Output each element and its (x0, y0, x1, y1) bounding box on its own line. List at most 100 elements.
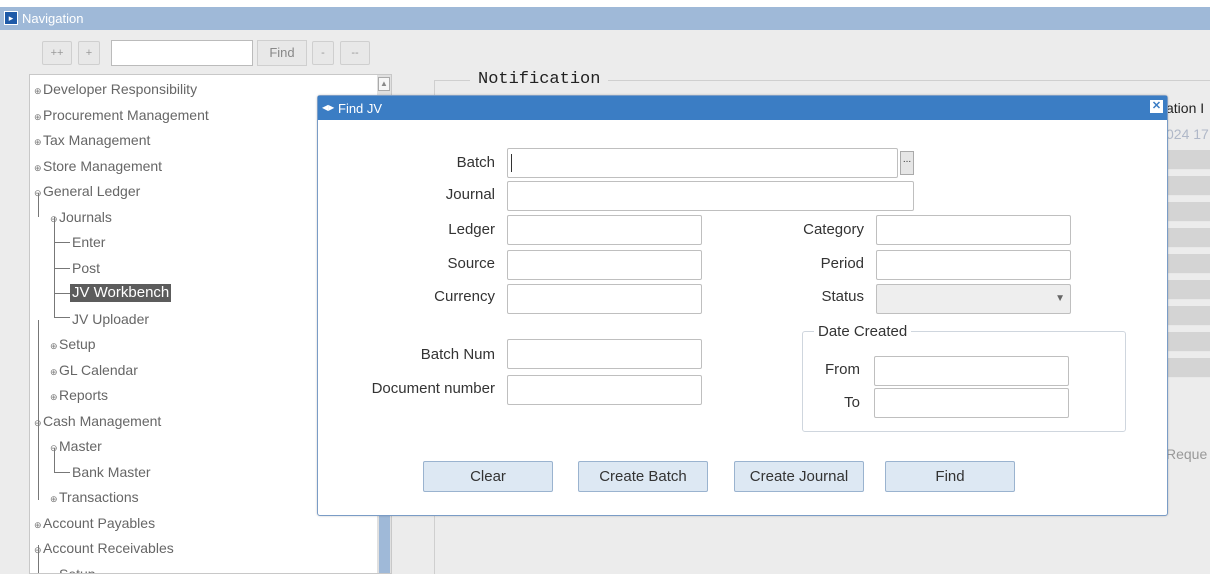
collapse-icon[interactable]: ⊖ (34, 541, 43, 559)
collapse-all-button[interactable]: -- (340, 41, 370, 65)
chevron-down-icon: ▼ (1055, 293, 1065, 304)
to-label: To (844, 394, 860, 411)
batch-num-field[interactable] (507, 339, 702, 369)
navigation-titlebar: ▸ Navigation (0, 7, 1210, 30)
notification-row[interactable] (1166, 176, 1210, 196)
batch-num-label: Batch Num (420, 346, 495, 363)
tree-connector (54, 268, 70, 269)
category-label: Category (803, 221, 864, 238)
expand-icon[interactable]: ⊕ (34, 516, 43, 534)
notification-row[interactable] (1166, 228, 1210, 248)
text-caret (511, 154, 512, 172)
tree-item-tax-management[interactable]: ⊕Tax Management (34, 131, 150, 149)
tree-item-post[interactable]: Post (72, 259, 100, 277)
ledger-field[interactable] (507, 215, 702, 245)
period-label: Period (820, 255, 864, 272)
tree-item-procurement-management[interactable]: ⊕Procurement Management (34, 106, 209, 124)
close-icon[interactable]: ✕ (1150, 100, 1163, 113)
tree-connector (54, 242, 70, 243)
tree-item-developer-responsibility[interactable]: ⊕Developer Responsibility (34, 80, 197, 98)
collapse-icon[interactable]: ⊖ (50, 210, 59, 228)
notification-row[interactable] (1166, 358, 1210, 378)
category-field[interactable] (876, 215, 1071, 245)
notification-title: Notification (470, 70, 609, 89)
batch-field[interactable] (507, 148, 898, 178)
expand-icon[interactable]: ⊕ (34, 82, 43, 100)
expand-all-button[interactable]: ++ (42, 41, 72, 65)
tree-item-setup[interactable]: ⊕Setup (50, 335, 96, 353)
navigation-find-button[interactable]: Find (257, 40, 307, 66)
create-batch-button[interactable]: Create Batch (578, 461, 708, 492)
notification-row[interactable] (1166, 332, 1210, 352)
currency-field[interactable] (507, 284, 702, 314)
document-number-label: Document number (371, 380, 495, 397)
notification-row[interactable] (1166, 150, 1210, 170)
expand-icon[interactable]: ⊕ (34, 108, 43, 126)
date-to-field[interactable] (874, 388, 1069, 418)
tree-item-enter[interactable]: Enter (72, 233, 105, 251)
notification-date: 024 17 (1166, 126, 1209, 142)
tree-connector (54, 317, 70, 318)
find-jv-dialog: ◀▶ Find JV ✕ Batch ... Journal Ledger So… (317, 95, 1168, 516)
collapse-icon[interactable]: ⊖ (34, 414, 43, 432)
expand-icon[interactable]: ⊕ (34, 133, 43, 151)
dialog-titlebar[interactable]: ◀▶ Find JV ✕ (318, 96, 1167, 120)
navigation-title: Navigation (22, 11, 84, 26)
expand-icon[interactable]: ⊕ (34, 159, 43, 177)
tree-item-bank-master[interactable]: Bank Master (72, 463, 151, 481)
dialog-app-icon: ◀▶ (322, 103, 335, 112)
navigation-search-input[interactable] (111, 40, 253, 66)
status-label: Status (821, 288, 864, 305)
currency-label: Currency (434, 288, 495, 305)
create-journal-button[interactable]: Create Journal (734, 461, 864, 492)
tree-item-general-ledger[interactable]: ⊖General Ledger (34, 182, 140, 200)
collapse-button[interactable]: - (312, 41, 334, 65)
tree-item-cash-management[interactable]: ⊖Cash Management (34, 412, 161, 430)
tree-item-store-management[interactable]: ⊕Store Management (34, 157, 162, 175)
notification-request-button[interactable]: Reque (1166, 446, 1207, 462)
status-select[interactable]: ▼ (876, 284, 1071, 314)
tree-item-gl-calendar[interactable]: ⊕GL Calendar (50, 361, 138, 379)
source-label: Source (447, 255, 495, 272)
tree-item-reports[interactable]: ⊕Reports (50, 386, 108, 404)
batch-label: Batch (456, 154, 495, 171)
notification-row[interactable] (1166, 306, 1210, 326)
tree-item-transactions[interactable]: ⊕Transactions (50, 488, 139, 506)
ledger-label: Ledger (448, 221, 495, 238)
collapse-icon[interactable]: ⊖ (50, 567, 59, 573)
expand-icon[interactable]: ⊕ (50, 388, 59, 406)
tree-connector (54, 472, 70, 473)
journal-label: Journal (445, 186, 495, 203)
tree-item-account-payables[interactable]: ⊕Account Payables (34, 514, 155, 532)
expand-button[interactable]: + (78, 41, 100, 65)
expand-icon[interactable]: ⊕ (50, 363, 59, 381)
find-button[interactable]: Find (885, 461, 1015, 492)
notification-row[interactable] (1166, 254, 1210, 274)
clear-button[interactable]: Clear (423, 461, 553, 492)
date-from-field[interactable] (874, 356, 1069, 386)
scroll-up-icon[interactable]: ▲ (378, 77, 390, 91)
from-label: From (825, 361, 860, 378)
period-field[interactable] (876, 250, 1071, 280)
source-field[interactable] (507, 250, 702, 280)
tree-connector (54, 217, 55, 317)
tree-item-setup-ar[interactable]: ⊖Setup (50, 565, 96, 573)
batch-lov-button[interactable]: ... (900, 151, 914, 175)
date-created-title: Date Created (814, 323, 912, 340)
expand-icon[interactable]: ⊕ (50, 490, 59, 508)
tree-item-master[interactable]: ⊖Master (50, 437, 102, 455)
collapse-icon[interactable]: ⊖ (34, 184, 43, 202)
notification-row[interactable] (1166, 202, 1210, 222)
document-number-field[interactable] (507, 375, 702, 405)
tree-item-account-receivables[interactable]: ⊖Account Receivables (34, 539, 174, 557)
notification-row[interactable] (1166, 280, 1210, 300)
collapse-icon[interactable]: ⊖ (50, 439, 59, 457)
tree-item-journals[interactable]: ⊖Journals (50, 208, 112, 226)
expand-icon[interactable]: ⊕ (50, 337, 59, 355)
window-app-icon: ▸ (4, 11, 18, 25)
journal-field[interactable] (507, 181, 914, 211)
tree-connector (54, 293, 70, 294)
dialog-title: Find JV (338, 101, 383, 116)
tree-item-jv-uploader[interactable]: JV Uploader (72, 310, 149, 328)
tree-connector (38, 320, 39, 500)
